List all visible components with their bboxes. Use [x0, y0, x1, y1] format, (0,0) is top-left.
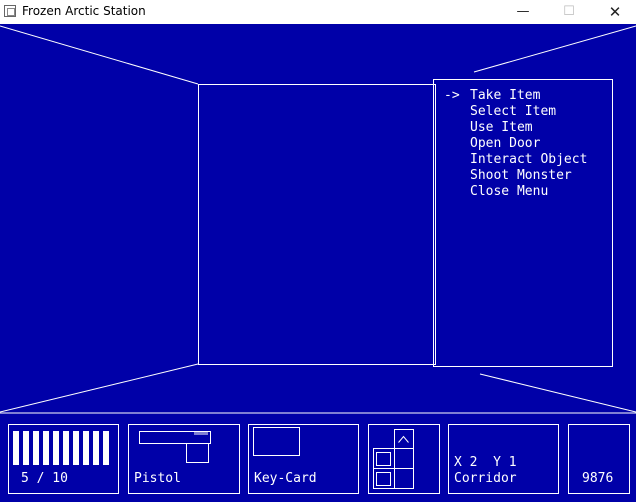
item-label: Key-Card — [254, 471, 317, 486]
menu-item-open-door[interactable]: Open Door — [470, 136, 540, 152]
ammo-bar — [93, 431, 99, 465]
score-panel: 9876 — [568, 424, 630, 494]
ammo-bar — [83, 431, 89, 465]
location-panel: X 2 Y 1 Corridor — [448, 424, 559, 494]
location-name: Corridor — [454, 471, 517, 486]
ammo-panel: 5 / 10 — [8, 424, 119, 494]
item-panel[interactable]: Key-Card — [248, 424, 359, 494]
menu-item-select-item[interactable]: Select Item — [470, 104, 556, 120]
key-card-icon — [253, 427, 300, 456]
minimap-panel[interactable] — [368, 424, 440, 494]
ceiling-edge-right — [473, 25, 636, 73]
game-viewport[interactable]: -> Take Item Select Item Use Item Open D… — [0, 24, 636, 502]
floor-edge-left — [0, 363, 199, 413]
pistol-icon — [139, 431, 211, 463]
action-menu: -> Take Item Select Item Use Item Open D… — [433, 79, 613, 367]
weapon-panel[interactable]: Pistol — [128, 424, 240, 494]
minimap-icon — [373, 429, 414, 489]
far-wall — [198, 84, 436, 365]
window-title: Frozen Arctic Station — [22, 4, 146, 18]
ammo-bar — [53, 431, 59, 465]
ammo-bar — [103, 431, 109, 465]
menu-item-close-menu[interactable]: Close Menu — [470, 184, 548, 200]
ammo-bar — [23, 431, 29, 465]
close-button[interactable]: ✕ — [592, 0, 636, 24]
menu-item-use-item[interactable]: Use Item — [470, 120, 533, 136]
app-icon — [4, 5, 16, 17]
ceiling-edge-left — [0, 25, 199, 85]
ammo-bar — [73, 431, 79, 465]
score-value: 9876 — [582, 471, 614, 486]
floor-edge-right — [479, 373, 636, 413]
ammo-bar — [63, 431, 69, 465]
ammo-bar — [13, 431, 19, 465]
menu-cursor: -> — [444, 88, 460, 103]
maximize-button[interactable]: ☐ — [546, 0, 592, 24]
menu-item-shoot-monster[interactable]: Shoot Monster — [470, 168, 572, 184]
ammo-bar — [33, 431, 39, 465]
title-bar: Frozen Arctic Station — ☐ ✕ — [0, 0, 636, 24]
location-coords: X 2 Y 1 — [454, 455, 517, 470]
menu-item-interact-object[interactable]: Interact Object — [470, 152, 587, 168]
minimize-button[interactable]: — — [500, 0, 546, 24]
ammo-bar — [43, 431, 49, 465]
menu-item-take-item[interactable]: Take Item — [470, 88, 540, 104]
ammo-count: 5 / 10 — [21, 471, 68, 486]
weapon-label: Pistol — [134, 471, 181, 486]
